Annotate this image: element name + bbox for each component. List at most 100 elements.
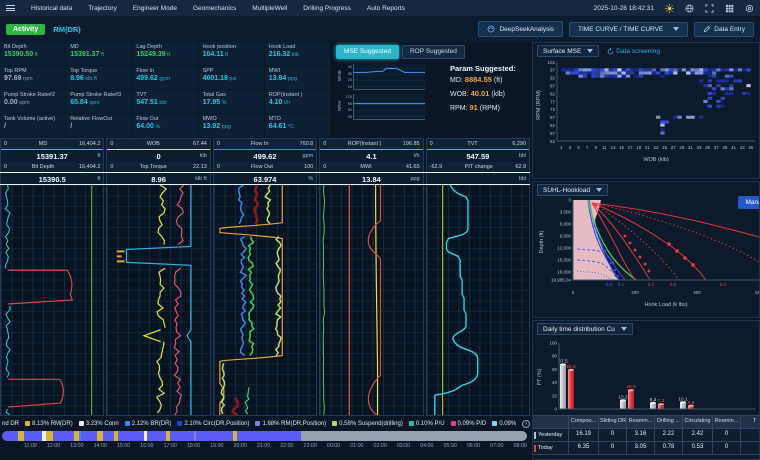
svg-text:37: 37: [714, 145, 720, 150]
manage-button[interactable]: Manage: [738, 196, 760, 209]
timeline-segment: [46, 431, 54, 441]
kpi-bit-depth: Bit Depth15390.50 ft: [0, 42, 65, 65]
track-curve-range: 0ROP(Instant )196.85: [320, 139, 422, 150]
timeline-segment: [264, 431, 285, 441]
hour-label: 21:00: [257, 443, 270, 449]
timeline-segment: [103, 431, 114, 441]
kpi-top-torque: Top Torque8.96 klb ft: [66, 66, 131, 89]
timeline-segment: [81, 431, 97, 441]
data-screening-link[interactable]: Data screening: [607, 48, 660, 55]
timeline-segment: [285, 431, 301, 441]
hour-label: 23:00: [304, 443, 317, 449]
svg-text:80: 80: [552, 354, 558, 359]
settings-icon[interactable]: [745, 4, 754, 13]
svg-text:62: 62: [550, 123, 556, 128]
deepseek-analysis-button[interactable]: DeepSeekAnalysis: [478, 21, 563, 37]
track-curve-range: 0MD16,404.2: [1, 139, 103, 150]
suggest-panel: MSE Suggested ROP Suggested WOB40302010R…: [330, 42, 530, 138]
menu-icon[interactable]: [6, 5, 15, 11]
svg-text:11: 11: [602, 145, 607, 150]
chevron-down-icon: [621, 327, 627, 331]
activity-badge: Activity: [6, 24, 45, 35]
param-wob: WOB: 40.01 (klb): [450, 87, 526, 101]
surface-mse-dropdown[interactable]: Surface MSE: [537, 45, 599, 57]
svg-text:77: 77: [550, 99, 556, 104]
daily-table-cell: 6.35: [569, 442, 599, 455]
suhl-hookload-panel: SUHL-Hookload Manage: [532, 181, 760, 318]
fullscreen-icon[interactable]: [705, 4, 714, 13]
grid-icon[interactable]: [725, 4, 734, 13]
hour-label: 11:00: [24, 443, 37, 449]
daily-distribution-dropdown[interactable]: Daily time distribution Cu: [537, 323, 633, 335]
nav-item-drilling-progress[interactable]: Drilling Progress: [303, 5, 351, 12]
svg-text:0: 0: [572, 290, 575, 295]
nav-item-historical-data[interactable]: Historical data: [31, 5, 72, 12]
svg-text:100: 100: [549, 341, 557, 346]
timeline-segment: [147, 431, 165, 441]
nav-item-engineer-mode[interactable]: Engineer Mode: [133, 5, 177, 12]
kpi-top-rpm: Top RPM97.69 rpm: [0, 66, 65, 89]
track-curve-value: 8.96klb ft: [107, 173, 209, 185]
track-curve-value: 63.974%: [214, 173, 316, 185]
nav-item-multiplewell[interactable]: MultipleWell: [252, 5, 287, 12]
hour-label: 17:00: [164, 443, 177, 449]
svg-text:Depth (ft): Depth (ft): [539, 230, 545, 253]
log-track-2: 0WOB67.440klb0Top Torque22.138.96klb ft: [106, 138, 210, 416]
svg-text:9.3: 9.3: [650, 397, 657, 403]
daily-table-cell: 3.05: [627, 442, 655, 455]
suhl-dropdown[interactable]: SUHL-Hookload: [537, 184, 608, 196]
param-suggested: Param Suggested: MD: 8884.55 (ft)WOB: 40…: [444, 62, 526, 122]
hour-label: 22:00: [280, 443, 293, 449]
nav-item-auto-reports[interactable]: Auto Reports: [367, 5, 405, 12]
kpi-pump-stroke-rate-2: Pump Stroke Rate#20.00 spm: [0, 90, 65, 113]
kpi-flow-out: Flow Out64.00 %: [132, 114, 197, 137]
bottom-strip: nd DR8.13% RM(DR)3.23% Conn2.12% BR(DR)2…: [0, 416, 530, 460]
log-track-5: 0TVT6,290547.59bbl-62.9PIT change62.9bbl: [426, 138, 530, 416]
svg-text:20: 20: [552, 393, 558, 398]
daily-table-cell: 0: [599, 429, 627, 442]
kpi-flow-in: Flow In499.62 gpm: [132, 66, 197, 89]
daily-distribution-bar-chart: 020406080100 67.559.313.228.59.37.310.14…: [533, 337, 759, 415]
mini-chart-wob: WOB40302010: [336, 62, 444, 92]
hour-label: 18:00: [187, 443, 200, 449]
curve-type-dropdown[interactable]: TIME CURVE / TIME CURVE: [569, 22, 688, 37]
svg-text:67.5: 67.5: [558, 358, 568, 364]
well-log-tracks: 0MD16,404.215391.37ft0Bit Depth16,404.21…: [0, 138, 530, 416]
theme-sun-icon[interactable]: [665, 4, 674, 13]
legend-more-icon[interactable]: ›: [522, 420, 530, 428]
svg-text:6,000: 6,000: [560, 222, 572, 227]
suhl-curves: [573, 200, 759, 280]
hour-label: 02:00: [374, 443, 387, 449]
kpi-total-gas: Total Gas17.95 %: [199, 90, 264, 113]
globe-icon[interactable]: [685, 4, 694, 13]
suhl-hookload-chart: 03,0006,0009,00012,00015,00018,00019,985…: [533, 198, 759, 310]
legend-item: 3.23% Conn: [79, 421, 119, 427]
svg-text:Hook Load (k lbs): Hook Load (k lbs): [644, 302, 687, 308]
track-curve-range: 0TVT6,290: [427, 139, 529, 150]
svg-text:0.2: 0.2: [606, 282, 613, 287]
nav-item-trajectory[interactable]: Trajectory: [88, 5, 117, 12]
kpi-rop-instant-: ROP(Instant )4.10 t/h: [265, 90, 330, 113]
svg-text:9,000: 9,000: [560, 234, 572, 239]
content: Bit Depth15390.50 ftMD15391.37 ftLag Dep…: [0, 42, 760, 460]
daily-table-header: Drilling ...: [655, 416, 683, 429]
hour-label: 01:00: [350, 443, 363, 449]
drilling-dashboard: Historical data Trajectory Engineer Mode Ge…: [0, 0, 760, 460]
nav-item-geomechanics[interactable]: Geomechanics: [193, 5, 236, 12]
sub-bar: Activity RM(DR) DeepSeekAnalysis TIME CU…: [0, 16, 760, 42]
tab-mse-suggested[interactable]: MSE Suggested: [336, 45, 399, 59]
svg-text:4.9: 4.9: [688, 400, 695, 406]
daily-table-cell: 16.19: [569, 429, 599, 442]
svg-text:27: 27: [671, 145, 677, 150]
legend-item: 2.12% BR(DR): [125, 421, 172, 427]
surface-mse-heatmap: 1029792878277726762575213579111315171921…: [533, 59, 759, 173]
activity-legend: nd DR8.13% RM(DR)3.23% Conn2.12% BR(DR)2…: [0, 416, 530, 429]
hour-label: 14:00: [94, 443, 107, 449]
data-entry-button[interactable]: Data Entry: [694, 22, 754, 37]
daily-table-cell: 0: [713, 442, 741, 455]
track-curve-value: 0klb: [107, 150, 209, 162]
activity-timeline[interactable]: [2, 431, 527, 441]
tab-rop-suggested[interactable]: ROP Suggested: [402, 45, 465, 59]
kpi-lag-depth: Lag Depth15249.39 ft: [132, 42, 197, 65]
hour-label: 04:00: [420, 443, 433, 449]
